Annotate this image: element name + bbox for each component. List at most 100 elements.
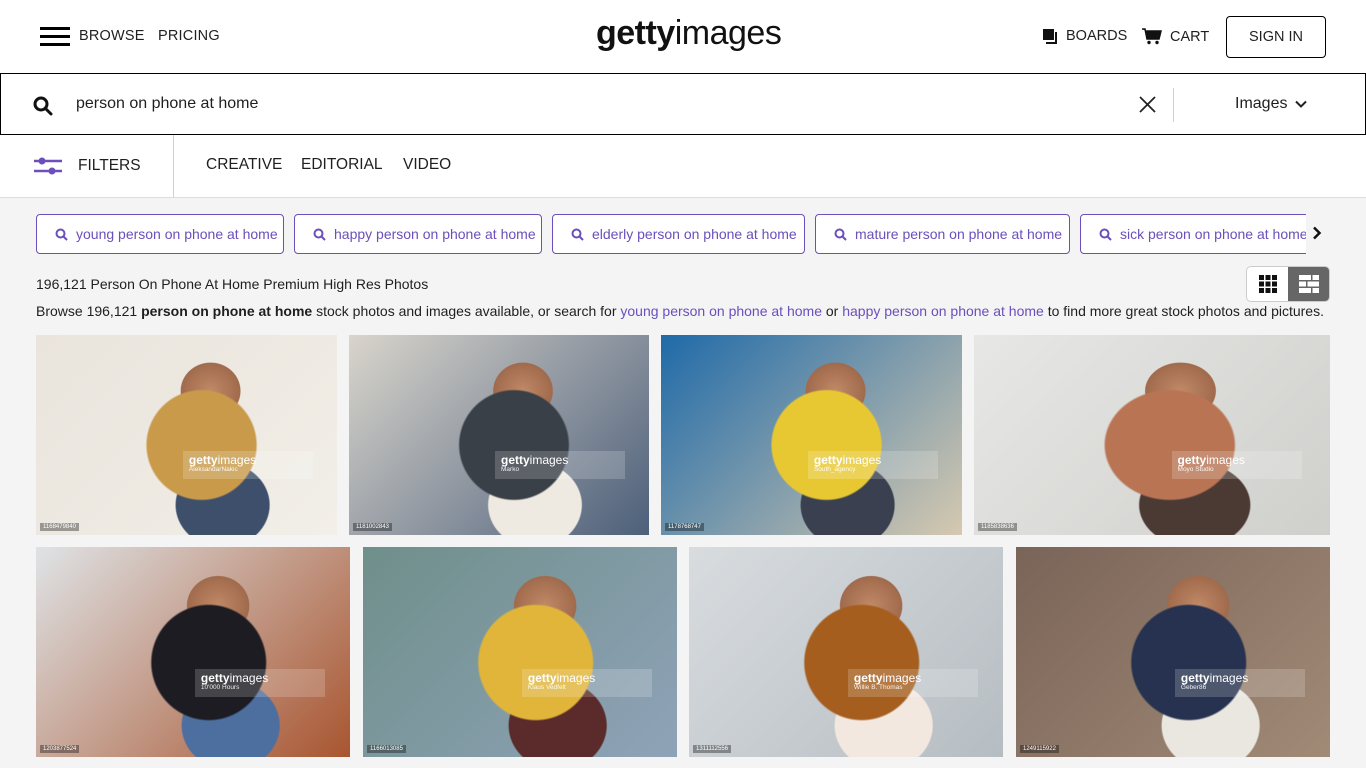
logo-regular-text: images: [674, 14, 782, 52]
image-credit: Geber86: [1180, 683, 1207, 691]
grid-icon: [1258, 275, 1277, 293]
image-credit: Moyo Studio: [1177, 466, 1214, 473]
chevron-right-icon[interactable]: [1312, 226, 1322, 240]
sliders-icon: [34, 157, 62, 175]
watermark: gettyimages Willie B. Thomas: [847, 668, 978, 697]
search-icon: [571, 228, 584, 241]
chip-label: young person on phone at home: [76, 226, 278, 242]
chevron-down-icon: [1295, 100, 1308, 108]
search-input[interactable]: [76, 92, 1116, 116]
image-credit: AleksandarNakic: [188, 466, 238, 473]
image-result[interactable]: gettyimages 10'000 Hours 1203877524: [36, 547, 350, 757]
image-id: 1249115922: [1020, 745, 1059, 753]
image-id: 1185838636: [978, 523, 1017, 531]
view-toggle: [1246, 266, 1330, 302]
image-credit: Marko: [501, 466, 520, 473]
image-result[interactable]: gettyimages AleksandarNakic 1168479840: [36, 335, 337, 535]
results-title: 196,121 Person On Phone At Home Premium …: [36, 276, 429, 292]
close-icon[interactable]: [1139, 96, 1156, 113]
watermark: gettyimages AleksandarNakic: [182, 451, 313, 479]
search-icon: [1099, 228, 1112, 241]
header: BROWSE PRICING gettyimages BOARDS CART S…: [0, 0, 1366, 74]
related-search-chip[interactable]: mature person on phone at home: [815, 214, 1070, 254]
boards-link[interactable]: BOARDS: [1043, 28, 1127, 44]
related-search-chip[interactable]: elderly person on phone at home: [552, 214, 805, 254]
image-result[interactable]: gettyimages Willie B. Thomas 1311112556: [689, 547, 1003, 757]
chip-label: happy person on phone at home: [334, 226, 536, 242]
grid-view-button[interactable]: [1247, 267, 1288, 301]
nav-pricing[interactable]: PRICING: [158, 28, 220, 44]
getty-images-logo[interactable]: gettyimages: [596, 14, 782, 53]
boards-icon: [1043, 28, 1057, 44]
media-type-dropdown[interactable]: Images: [1235, 95, 1308, 113]
image-credit: 10'000 Hours: [200, 683, 240, 691]
search-icon: [55, 228, 68, 241]
nav-browse[interactable]: BROWSE: [79, 28, 145, 44]
sign-in-button[interactable]: SIGN IN: [1226, 16, 1326, 58]
desc-link-happy[interactable]: happy person on phone at home: [842, 303, 1044, 319]
watermark: gettyimages 10'000 Hours: [194, 668, 325, 697]
watermark: gettyimages Klaus Vedfelt: [521, 668, 652, 697]
filters-button[interactable]: FILTERS: [34, 135, 174, 197]
image-result[interactable]: gettyimages South_agency 1178768747: [661, 335, 962, 535]
image-id: 1166013085: [367, 745, 406, 753]
image-result[interactable]: gettyimages Klaus Vedfelt 1166013085: [363, 547, 677, 757]
watermark: gettyimages Geber86: [1174, 668, 1305, 697]
image-credit: Willie B. Thomas: [853, 683, 903, 691]
watermark-logo: gettyimages: [1177, 453, 1245, 467]
chip-label: sick person on phone at home: [1120, 226, 1306, 242]
related-search-chip[interactable]: young person on phone at home: [36, 214, 284, 254]
tab-video[interactable]: VIDEO: [403, 156, 451, 174]
image-credit: Klaus Vedfelt: [527, 683, 566, 691]
cart-icon: [1142, 28, 1162, 45]
search-icon: [834, 228, 847, 241]
watermark-logo: gettyimages: [527, 670, 596, 685]
image-id: 1181002843: [353, 523, 392, 531]
mosaic-icon: [1298, 275, 1319, 293]
desc-mid: stock photos and images available, or se…: [312, 303, 621, 319]
desc-query: person on phone at home: [141, 303, 313, 319]
results-description: Browse 196,121 person on phone at home s…: [36, 303, 1324, 319]
search-icon[interactable]: [33, 96, 53, 116]
mosaic-view-button[interactable]: [1288, 267, 1329, 301]
cart-link[interactable]: CART: [1142, 28, 1209, 45]
related-search-chip[interactable]: happy person on phone at home: [294, 214, 542, 254]
watermark: gettyimages Marko: [495, 451, 625, 479]
image-result[interactable]: gettyimages Moyo Studio 1185838636: [974, 335, 1330, 535]
boards-label: BOARDS: [1066, 28, 1128, 44]
watermark-logo: gettyimages: [1180, 670, 1249, 685]
chip-label: mature person on phone at home: [855, 226, 1063, 242]
watermark-logo: gettyimages: [200, 670, 269, 685]
tab-creative[interactable]: CREATIVE: [206, 156, 282, 174]
media-type-label: Images: [1235, 95, 1288, 112]
search-icon: [313, 228, 326, 241]
desc-suffix: to find more great stock photos and pict…: [1043, 303, 1324, 319]
desc-prefix: Browse 196,121: [36, 303, 142, 319]
filter-divider: [173, 135, 174, 197]
watermark: gettyimages South_agency: [807, 451, 938, 479]
desc-link-young[interactable]: young person on phone at home: [620, 303, 822, 319]
desc-or: or: [821, 303, 843, 319]
image-id: 1178768747: [665, 523, 704, 531]
logo-bold-text: getty: [596, 14, 675, 52]
image-result[interactable]: gettyimages Marko 1181002843: [349, 335, 649, 535]
image-credit: South_agency: [813, 466, 856, 473]
filter-bar: FILTERS CREATIVE EDITORIAL VIDEO: [0, 135, 1366, 198]
image-id: 1203877524: [40, 745, 80, 753]
image-result[interactable]: gettyimages Geber86 1249115922: [1016, 547, 1330, 757]
image-id: 1168479840: [40, 523, 79, 531]
watermark-logo: gettyimages: [501, 453, 569, 467]
filters-label: FILTERS: [78, 157, 141, 174]
tab-editorial[interactable]: EDITORIAL: [301, 156, 383, 174]
cart-label: CART: [1170, 28, 1210, 45]
search-bar: Images: [0, 74, 1366, 135]
watermark-logo: gettyimages: [853, 670, 922, 685]
related-searches: young person on phone at home happy pers…: [36, 214, 1306, 254]
search-divider: [1173, 88, 1174, 122]
chip-label: elderly person on phone at home: [592, 226, 797, 242]
watermark-logo: gettyimages: [813, 453, 882, 467]
image-id: 1311112556: [693, 745, 732, 753]
related-search-chip[interactable]: sick person on phone at home: [1080, 214, 1306, 254]
watermark: gettyimages Moyo Studio: [1171, 451, 1302, 479]
hamburger-icon[interactable]: [40, 27, 70, 47]
